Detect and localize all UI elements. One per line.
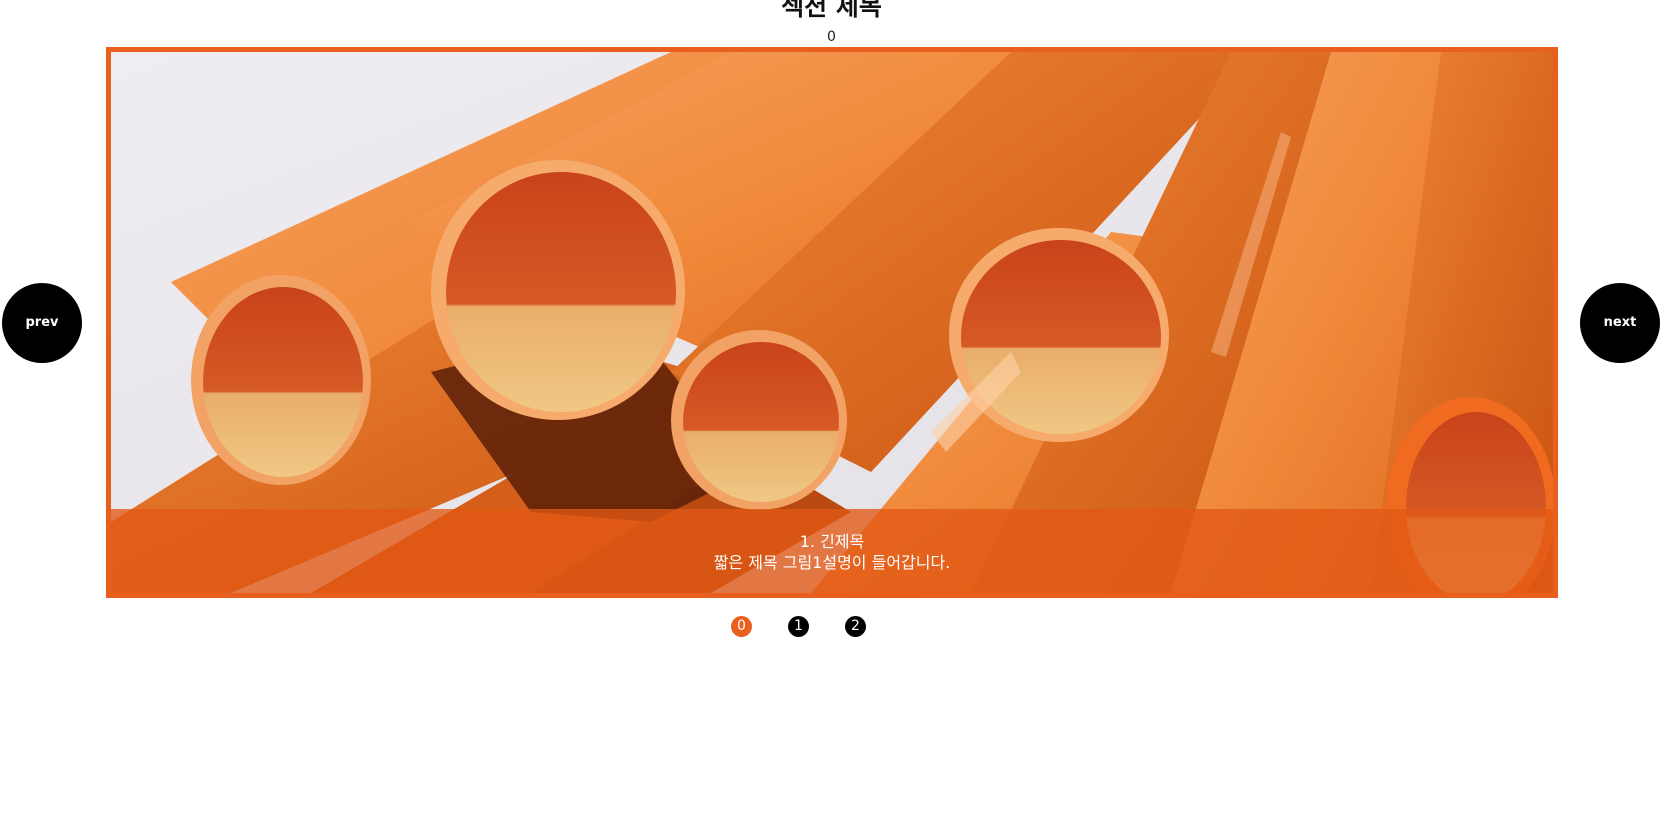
next-button[interactable]: next xyxy=(1580,283,1660,363)
pagination-dot-1[interactable]: 1 xyxy=(788,616,809,637)
pagination-dot-0[interactable]: 0 xyxy=(731,616,752,637)
image-slider: 1. 긴제목 짧은 제목 그림1설명이 들어갑니다. xyxy=(106,47,1558,598)
caption-title: 1. 긴제목 xyxy=(799,532,865,551)
slide-counter: 0 xyxy=(827,29,836,45)
page: 섹션 제목 0 1. 긴제목 짧은 제목 그림1설명이 들어갑니다. prev … xyxy=(0,0,1663,837)
pagination-dots: 0 1 2 xyxy=(0,616,1663,638)
slide-caption: 1. 긴제목 짧은 제목 그림1설명이 들어갑니다. xyxy=(111,509,1553,593)
section-title: 섹션 제목 xyxy=(781,0,882,21)
prev-button[interactable]: prev xyxy=(2,283,82,363)
pagination-dot-2[interactable]: 2 xyxy=(845,616,866,637)
caption-description: 짧은 제목 그림1설명이 들어갑니다. xyxy=(713,553,951,572)
